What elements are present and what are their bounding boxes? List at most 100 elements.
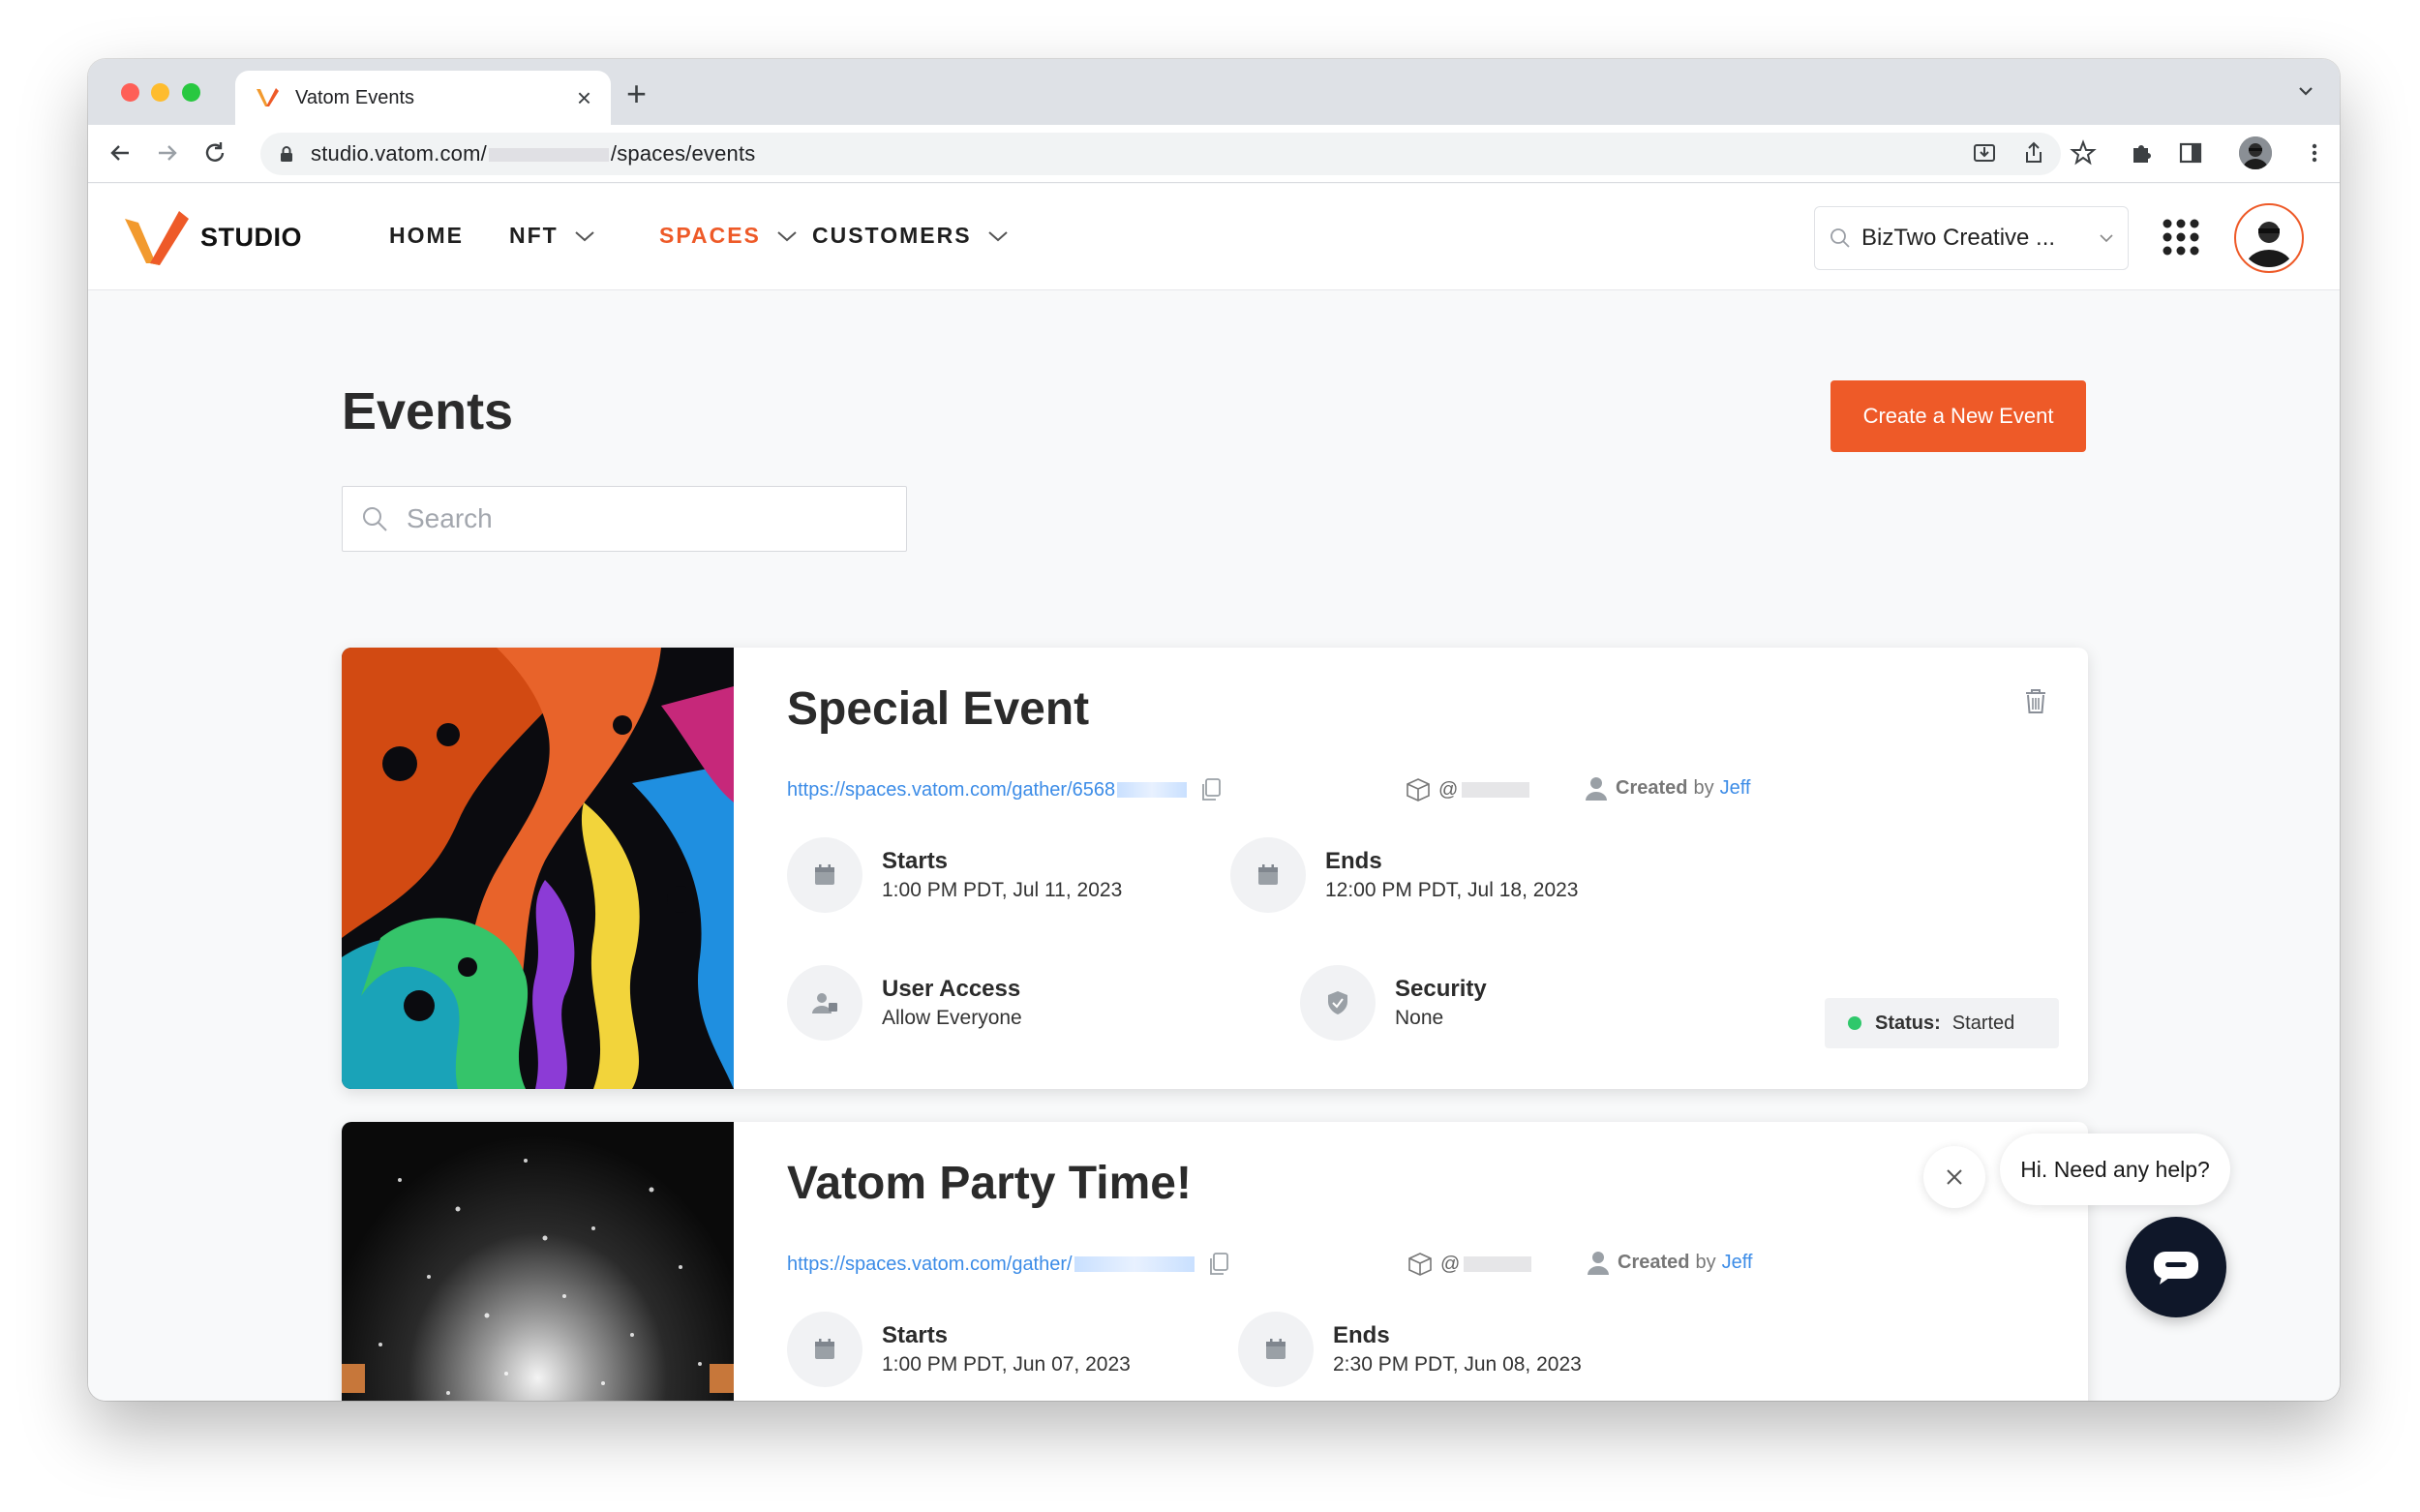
maximize-window-button[interactable]	[182, 83, 200, 102]
event-link-row: https://spaces.vatom.com/gather/6568	[787, 775, 1224, 804]
user-access-value: Allow Everyone	[882, 1007, 1022, 1029]
event-end: Ends 2:30 PM PDT, Jun 08, 2023	[1238, 1312, 1582, 1387]
extensions-puzzle-icon[interactable]	[2128, 139, 2155, 166]
calendar-icon	[815, 1339, 834, 1359]
event-security: Security None	[1300, 965, 1487, 1041]
lock-icon	[281, 146, 292, 162]
cube-icon	[1408, 1253, 1432, 1276]
copy-icon[interactable]	[1198, 776, 1224, 803]
close-window-button[interactable]	[121, 83, 139, 102]
event-card[interactable]: Vatom Party Time! https://spaces.vatom.c…	[342, 1122, 2088, 1401]
org-selector[interactable]: BizTwo Creative ...	[1814, 206, 2129, 270]
nav-customers[interactable]: CUSTOMERS	[812, 223, 1009, 249]
share-icon[interactable]	[2020, 139, 2047, 166]
nav-nft[interactable]: NFT	[509, 223, 595, 249]
back-arrow-icon[interactable]	[106, 138, 135, 167]
user-access-label: User Access	[882, 976, 1021, 1002]
chevron-down-icon	[2100, 234, 2113, 243]
status-value: Started	[1951, 1012, 2015, 1034]
new-tab-icon[interactable]: +	[626, 76, 647, 111]
browser-window: Vatom Events × + studio.vatom.com//space…	[88, 59, 2340, 1401]
ends-value: 2:30 PM PDT, Jun 08, 2023	[1333, 1353, 1582, 1376]
trash-icon[interactable]	[2022, 686, 2049, 715]
event-link-row: https://spaces.vatom.com/gather/	[787, 1250, 1231, 1279]
search-icon	[363, 507, 387, 531]
created-by-text: by	[1693, 776, 1714, 799]
vatom-favicon-icon	[257, 88, 279, 106]
starts-label: Starts	[882, 848, 949, 874]
created-label: Created	[1616, 776, 1688, 799]
starts-value: 1:00 PM PDT, Jun 07, 2023	[882, 1353, 1131, 1376]
security-value: None	[1395, 1007, 1444, 1029]
nav-spaces-label: SPACES	[659, 223, 761, 248]
starts-label: Starts	[882, 1322, 949, 1348]
nav-customers-label: CUSTOMERS	[812, 223, 972, 248]
apps-grid-icon[interactable]	[2162, 218, 2200, 257]
tab-close-icon[interactable]: ×	[577, 85, 591, 110]
org-selector-value: BizTwo Creative ...	[1861, 225, 2056, 251]
event-link[interactable]: https://spaces.vatom.com/gather/6568	[787, 779, 1115, 801]
event-owner: @	[1406, 1250, 1532, 1279]
event-search[interactable]	[342, 486, 907, 552]
created-label: Created	[1618, 1251, 1690, 1273]
side-panel-icon[interactable]	[2177, 139, 2204, 166]
event-user-access: User Access Allow Everyone	[787, 965, 1022, 1041]
tab-search-chevron-icon[interactable]	[2295, 80, 2316, 102]
event-image	[342, 1122, 734, 1401]
person-icon	[1588, 1252, 1609, 1275]
chat-greeting[interactable]: Hi. Need any help?	[2000, 1134, 2230, 1205]
profile-person-icon	[2239, 136, 2272, 169]
creator-name[interactable]: Jeff	[1720, 777, 1751, 800]
event-image	[342, 648, 734, 1089]
vatom-logo-icon	[125, 211, 189, 265]
event-creator: Created by Jeff	[1587, 1250, 1752, 1275]
event-card[interactable]: Special Event https://spaces.vatom.com/g…	[342, 648, 2088, 1089]
nav-home-label: HOME	[389, 223, 464, 248]
chevron-down-icon	[575, 230, 594, 241]
chevron-down-icon	[987, 230, 1008, 241]
app-header: STUDIO HOME NFT SPACES CUSTOMERS BizTwo …	[88, 184, 2340, 290]
search-icon	[1830, 228, 1850, 248]
browser-profile-avatar[interactable]	[2239, 136, 2272, 169]
status-badge: Status: Started	[1825, 998, 2059, 1048]
event-link[interactable]: https://spaces.vatom.com/gather/	[787, 1254, 1073, 1276]
event-start: Starts 1:00 PM PDT, Jun 07, 2023	[787, 1312, 1131, 1387]
logo-text: STUDIO	[200, 222, 303, 252]
owner-prefix: @	[1440, 1253, 1461, 1275]
bookmark-star-icon[interactable]	[2070, 139, 2097, 166]
address-bar[interactable]: studio.vatom.com//spaces/events	[260, 133, 2061, 175]
event-title: Vatom Party Time!	[787, 1158, 1192, 1209]
studio-logo[interactable]: STUDIO	[123, 207, 302, 267]
search-input[interactable]	[407, 503, 871, 534]
user-avatar[interactable]	[2234, 203, 2304, 273]
starts-value: 1:00 PM PDT, Jul 11, 2023	[882, 879, 1123, 901]
reload-icon[interactable]	[200, 138, 229, 167]
copy-icon[interactable]	[1206, 1251, 1231, 1278]
close-icon	[1947, 1169, 1962, 1185]
creator-name[interactable]: Jeff	[1722, 1252, 1753, 1274]
nav-home[interactable]: HOME	[389, 223, 464, 249]
shield-icon	[1328, 991, 1347, 1014]
page-title: Events	[342, 382, 514, 440]
owner-prefix: @	[1438, 778, 1459, 801]
forward-arrow-icon[interactable]	[153, 138, 182, 167]
created-by-text: by	[1695, 1251, 1716, 1273]
event-owner: @	[1404, 775, 1530, 804]
create-event-button[interactable]: Create a New Event	[1830, 380, 2086, 452]
chat-launcher-button[interactable]	[2126, 1217, 2226, 1317]
status-dot	[1848, 1016, 1861, 1030]
nav-spaces[interactable]: SPACES	[659, 223, 798, 249]
cube-icon	[1407, 778, 1430, 801]
person-icon	[1586, 777, 1607, 801]
chat-icon	[2154, 1252, 2198, 1285]
event-title: Special Event	[787, 683, 1090, 735]
ends-label: Ends	[1325, 848, 1382, 874]
browser-tab[interactable]: Vatom Events ×	[235, 71, 611, 125]
ends-label: Ends	[1333, 1322, 1390, 1348]
browser-menu-icon[interactable]	[2301, 139, 2328, 166]
ends-value: 12:00 PM PDT, Jul 18, 2023	[1325, 879, 1579, 901]
chat-dismiss-button[interactable]	[1923, 1146, 1985, 1208]
minimize-window-button[interactable]	[151, 83, 169, 102]
install-app-icon[interactable]	[1971, 139, 1998, 166]
nav-nft-label: NFT	[509, 223, 559, 248]
